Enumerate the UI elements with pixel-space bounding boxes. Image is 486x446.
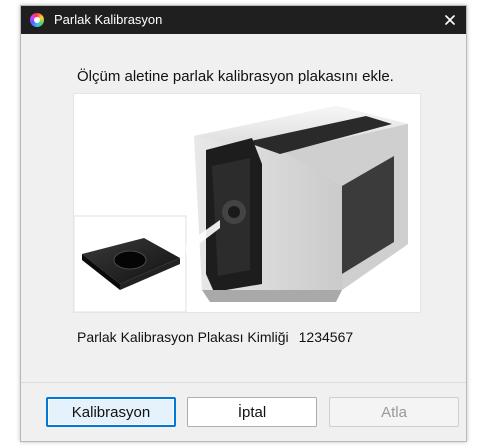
calibrate-button[interactable]: Kalibrasyon [46,397,176,427]
skip-button: Atla [329,397,459,427]
close-icon [445,15,455,25]
plate-id-label: Parlak Kalibrasyon Plakası Kimliği [77,329,289,345]
cancel-button[interactable]: İptal [187,397,317,427]
plate-id-value: 1234567 [298,329,354,345]
button-bar: Kalibrasyon İptal Atla [21,382,466,441]
title-bar: Parlak Kalibrasyon [21,6,466,34]
calibration-dialog: Parlak Kalibrasyon Ölçüm aletine parlak … [20,5,467,442]
instruction-message: Ölçüm aletine parlak kalibrasyon plakası… [77,68,394,85]
close-button[interactable] [438,8,462,32]
plate-id-row: Parlak Kalibrasyon Plakası Kimliği 123456… [77,329,353,345]
window-title: Parlak Kalibrasyon [54,12,163,27]
color-wheel-icon [30,13,44,27]
instrument-illustration [73,93,421,313]
